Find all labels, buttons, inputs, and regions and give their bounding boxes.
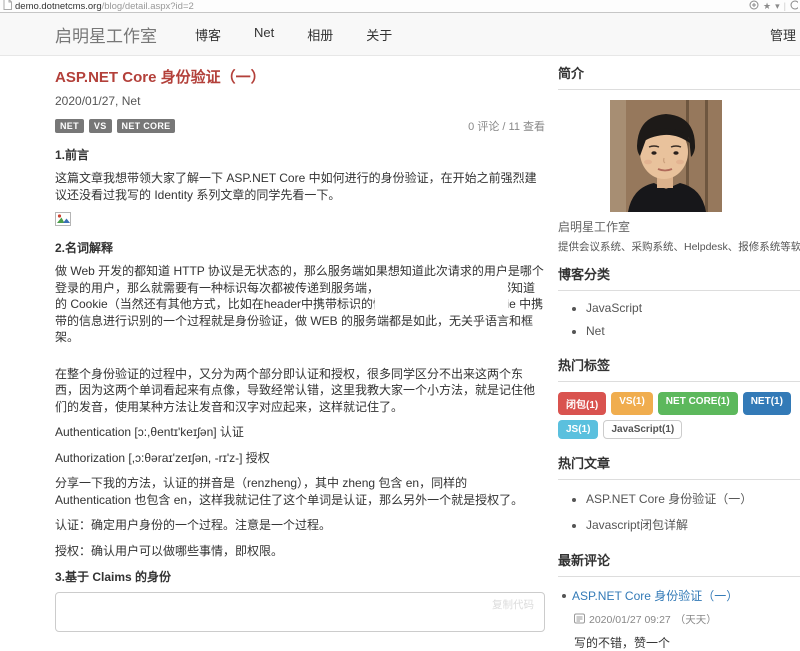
about-description: 提供会议系统、采购系统、Helpdesk、报修系统等软件。 bbox=[558, 241, 800, 253]
browser-address-bar[interactable]: demo.dotnetcms.org/blog/detail.aspx?id=2… bbox=[0, 0, 800, 13]
tag-pill-bibao[interactable]: 闭包(1) bbox=[558, 392, 607, 415]
url-domain: demo.dotnetcms.org bbox=[15, 0, 102, 12]
tag-pill-javascript[interactable]: JavaScript(1) bbox=[603, 420, 683, 439]
category-item-javascript[interactable]: JavaScript bbox=[586, 301, 800, 315]
nav-menu: 博客 Net 相册 关于 bbox=[195, 25, 392, 44]
sidebar-heading-hot-posts: 热门文章 bbox=[558, 445, 800, 480]
paragraph-intro: 这篇文章我想带领大家了解一下 ASP.NET Core 中如何进行的身份验证，在… bbox=[55, 171, 537, 202]
copy-code-button[interactable]: 复制代码 bbox=[492, 597, 534, 612]
reader-mode-icon[interactable] bbox=[749, 0, 759, 12]
comment-date: 2020/01/27 09:27 bbox=[589, 613, 671, 626]
sidebar-heading-about: 简介 bbox=[558, 55, 800, 90]
site-navbar: 启明星工作室 博客 Net 相册 关于 管理 bbox=[0, 13, 800, 56]
tag-pill-js[interactable]: JS(1) bbox=[558, 420, 599, 439]
hot-post-list: ASP.NET Core 身份验证（一） Javascript闭包详解 bbox=[586, 490, 800, 533]
comment-item: ASP.NET Core 身份验证（一） 2020/01/27 09:27 （天… bbox=[562, 587, 800, 651]
article-tag-vs[interactable]: VS bbox=[88, 119, 112, 133]
comment-post-link[interactable]: ASP.NET Core 身份验证（一） bbox=[572, 589, 738, 603]
category-list: JavaScript Net bbox=[586, 301, 800, 338]
page-icon bbox=[3, 0, 12, 13]
paragraph-authorization-ipa: Authorization [,ɔ:θəraɪ'zeɪʃən, -rɪ'z-] … bbox=[55, 450, 270, 465]
comment-bullet bbox=[562, 593, 566, 598]
paragraph-authentication-ipa: Authentication [ɔ:,θentɪ'keɪʃən] 认证 bbox=[55, 425, 244, 439]
favorites-caret-icon[interactable]: ▾ bbox=[775, 1, 780, 12]
section-heading-2: 2.名词解释 bbox=[55, 241, 114, 255]
avatar bbox=[610, 100, 722, 212]
article-stats: 0 评论 / 11 查看 bbox=[468, 121, 545, 133]
tag-pill-net[interactable]: NET(1) bbox=[742, 392, 791, 415]
paragraph-authn-def: 认证：确定用户身份的一个过程。注意是一个过程。 bbox=[55, 518, 332, 532]
nav-item-about[interactable]: 关于 bbox=[366, 25, 392, 44]
tag-cloud: 闭包(1) VS(1) NET CORE(1) NET(1) JS(1) Jav… bbox=[558, 392, 800, 439]
hot-post-item-aspnet[interactable]: ASP.NET Core 身份验证（一） bbox=[586, 490, 800, 507]
comment-text: 写的不错，赞一个 bbox=[574, 636, 671, 650]
hot-post-item-closure[interactable]: Javascript闭包详解 bbox=[586, 516, 800, 533]
article-tag-row: NET VS NET CORE 0 评论 / 11 查看 bbox=[55, 118, 545, 134]
code-block: 复制代码 bbox=[55, 592, 545, 632]
sidebar-heading-comments: 最新评论 bbox=[558, 542, 800, 577]
section-heading-1: 1.前言 bbox=[55, 148, 90, 162]
article-main: ASP.NET Core 身份验证（一） 2020/01/27, Net NET… bbox=[55, 66, 545, 632]
article-tag-net[interactable]: NET bbox=[55, 119, 84, 133]
article-meta: 2020/01/27, Net bbox=[55, 94, 141, 108]
nav-item-net[interactable]: Net bbox=[254, 25, 274, 44]
article-title: ASP.NET Core 身份验证（一） bbox=[55, 69, 266, 86]
nav-item-blog[interactable]: 博客 bbox=[195, 25, 221, 44]
section-heading-3: 3.基于 Claims 的身份 bbox=[55, 570, 172, 584]
about-name: 启明星工作室 bbox=[558, 220, 631, 234]
sidebar: 简介 启明星工作室 提供会议系统、采购系统、Helpdesk、报修系统等软件。 … bbox=[558, 55, 800, 651]
paragraph-authn-authz: 在整个身份验证的过程中，又分为两个部分即认证和授权，很多同学区分不出来这两个东西… bbox=[55, 366, 536, 414]
article-tag-netcore[interactable]: NET CORE bbox=[116, 119, 176, 133]
comment-date-icon bbox=[574, 613, 585, 627]
broken-image-icon bbox=[55, 212, 545, 231]
paragraph-mnemonic: 分享一下我的方法，认证的拼音是（renzheng），其中 zheng 包含 en… bbox=[55, 476, 524, 507]
obscured-region bbox=[375, 281, 508, 312]
comment-meta: 2020/01/27 09:27 （天天） bbox=[574, 612, 800, 627]
favorite-star-icon[interactable]: ★ bbox=[763, 1, 771, 12]
clipped-toolbar-icon[interactable] bbox=[790, 0, 798, 12]
nav-admin-link[interactable]: 管理 bbox=[770, 25, 796, 44]
tag-pill-netcore[interactable]: NET CORE(1) bbox=[657, 392, 738, 415]
site-brand[interactable]: 启明星工作室 bbox=[55, 22, 157, 47]
tag-pill-vs[interactable]: VS(1) bbox=[611, 392, 653, 415]
sidebar-heading-tags: 热门标签 bbox=[558, 347, 800, 382]
toolbar-separator: | bbox=[783, 1, 786, 11]
nav-item-album[interactable]: 相册 bbox=[307, 25, 333, 44]
url-path: /blog/detail.aspx?id=2 bbox=[101, 0, 194, 12]
paragraph-authz-def: 授权：确认用户可以做哪些事情，即权限。 bbox=[55, 543, 284, 558]
comment-author: （天天） bbox=[674, 614, 717, 626]
sidebar-heading-categories: 博客分类 bbox=[558, 256, 800, 291]
category-item-net[interactable]: Net bbox=[586, 324, 800, 338]
